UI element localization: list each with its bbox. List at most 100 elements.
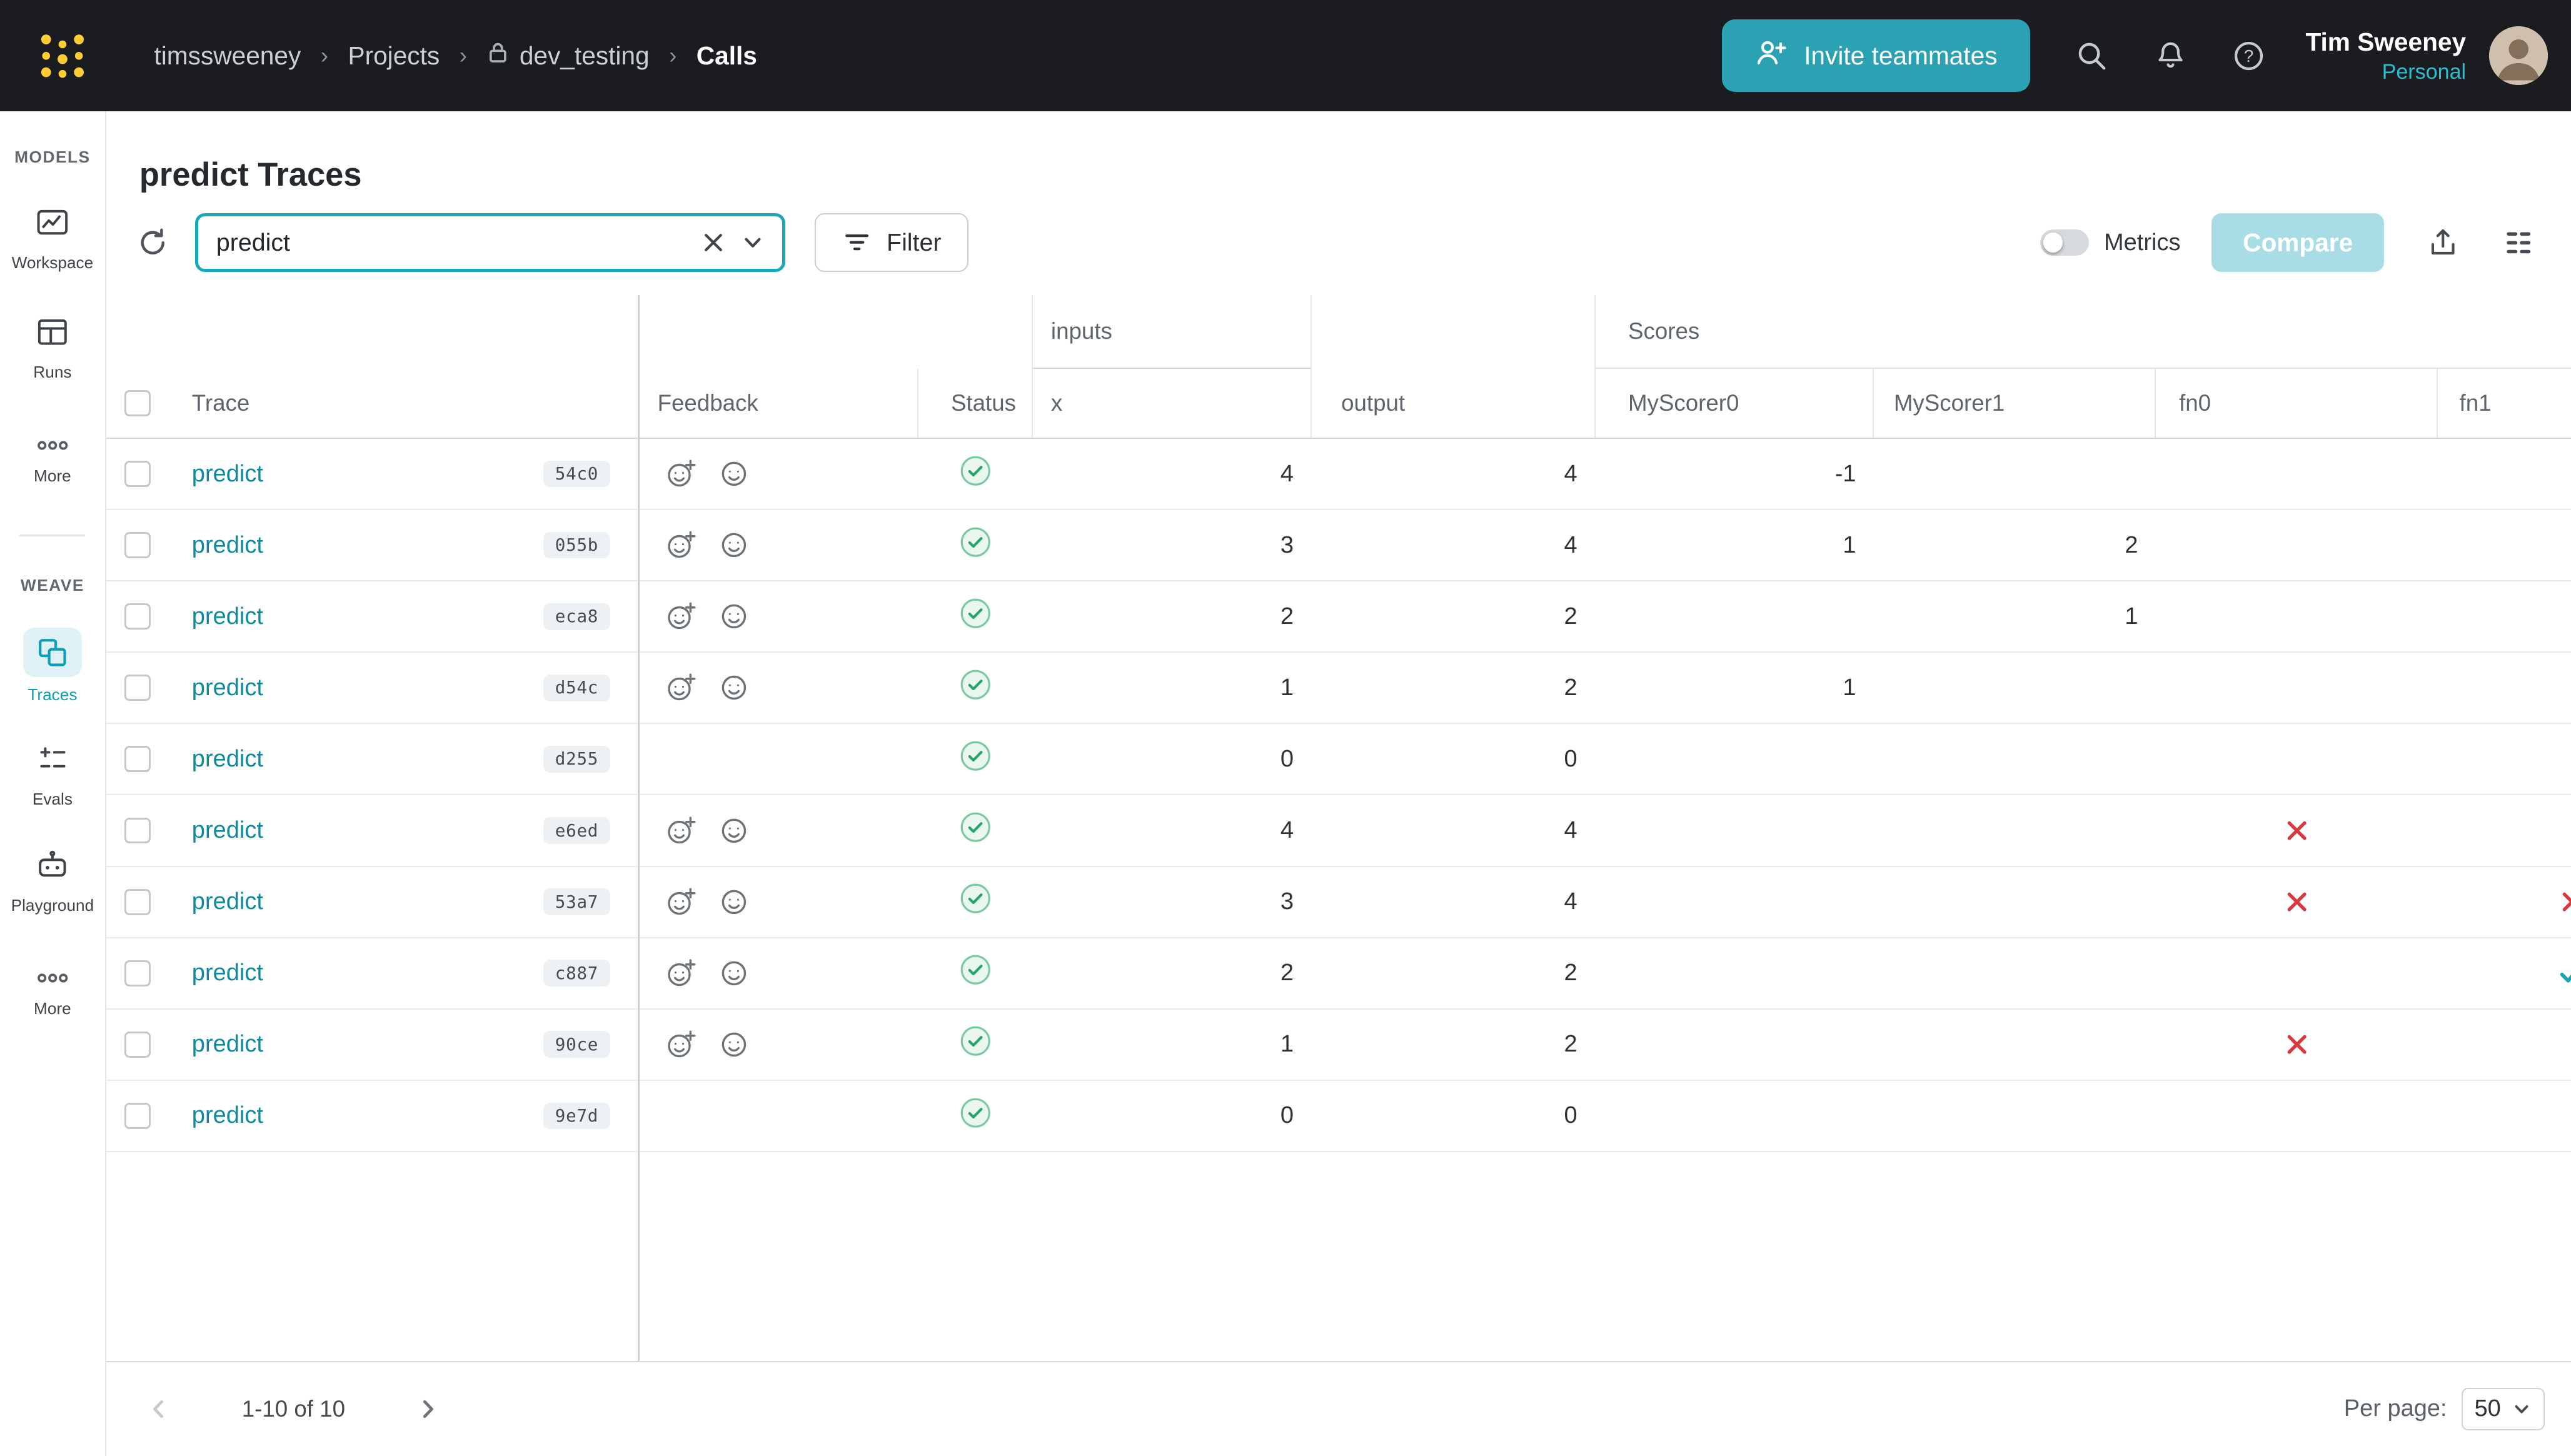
add-reaction-icon[interactable] [666,530,697,561]
sidebar-item-runs[interactable]: Runs [33,316,72,383]
breadcrumb-page[interactable]: Calls [697,41,757,71]
avatar[interactable] [2488,26,2548,86]
user-menu[interactable]: Tim Sweeney Personal [2305,26,2466,86]
add-reaction-icon[interactable] [666,672,697,703]
row-checkbox[interactable] [124,461,151,488]
notifications-bell-icon[interactable] [2153,39,2188,73]
emoji-reaction-icon[interactable] [718,1029,750,1060]
select-all-checkbox[interactable] [124,390,151,417]
emoji-reaction-icon[interactable] [718,815,750,846]
filter-button[interactable]: Filter [815,213,969,273]
invite-teammates-button[interactable]: Invite teammates [1722,19,2030,92]
table-row[interactable]: predict 055b 3 4 1 2 [106,510,2571,582]
add-reaction-icon[interactable] [666,1029,697,1060]
sidebar-item-label: Playground [11,895,94,915]
wandb-logo[interactable] [36,31,89,81]
column-header-output[interactable]: output [1312,369,1596,438]
compare-button[interactable]: Compare [2211,213,2385,273]
feedback-cell [638,938,918,1008]
trace-link[interactable]: predict [192,532,263,559]
add-reaction-icon[interactable] [666,958,697,989]
row-checkbox[interactable] [124,675,151,701]
emoji-reaction-icon[interactable] [718,530,750,561]
trace-link[interactable]: predict [192,603,263,630]
search-icon[interactable] [2075,39,2109,73]
cell-fn0 [2156,1010,2438,1080]
column-header-fn1[interactable]: fn1 [2438,369,2570,438]
emoji-reaction-icon[interactable] [718,458,750,490]
add-reaction-icon[interactable] [666,886,697,918]
row-checkbox[interactable] [124,888,151,915]
sidebar-item-more-models[interactable]: More [34,428,71,486]
cell-x: 4 [1280,460,1294,487]
trace-link[interactable]: predict [192,817,263,844]
column-header-x[interactable]: x [1033,369,1312,438]
feedback-cell [638,867,918,937]
emoji-reaction-icon[interactable] [718,958,750,989]
breadcrumb-project[interactable]: dev_testing [486,40,650,71]
manage-columns-button[interactable] [2502,226,2535,259]
column-header-myscorer1[interactable]: MyScorer1 [1874,369,2156,438]
status-success-icon [959,953,992,992]
metrics-toggle[interactable] [2040,229,2090,256]
row-checkbox[interactable] [124,817,151,844]
emoji-reaction-icon[interactable] [718,672,750,703]
table-row[interactable]: predict c887 2 2 [106,938,2571,1010]
trace-link[interactable]: predict [192,960,263,987]
help-icon[interactable]: ? [2231,39,2266,73]
row-checkbox[interactable] [124,960,151,987]
row-checkbox[interactable] [124,1031,151,1058]
breadcrumb-projects[interactable]: Projects [348,41,440,71]
sidebar-item-evals[interactable]: Evals [33,744,73,809]
runs-icon [34,316,71,354]
add-reaction-icon[interactable] [666,458,697,490]
trace-link[interactable]: predict [192,1102,263,1129]
next-page-button[interactable] [408,1389,448,1428]
cell-myscorer0 [1596,795,1874,865]
emoji-reaction-icon[interactable] [718,601,750,632]
table-row[interactable]: predict d255 0 0 [106,724,2571,796]
column-header-fn0[interactable]: fn0 [2156,369,2438,438]
trace-link[interactable]: predict [192,1031,263,1058]
sidebar-item-traces[interactable]: Traces [23,628,83,705]
column-header-feedback[interactable]: Feedback [638,369,918,438]
table-row[interactable]: predict 53a7 3 4 [106,866,2571,938]
clear-search-button[interactable] [697,226,730,259]
cell-myscorer1 [1874,1081,2156,1151]
table-row[interactable]: predict 90ce 1 2 [106,1009,2571,1081]
search-input[interactable] [198,228,697,257]
sidebar-item-workspace[interactable]: Workspace [12,206,93,273]
status-success-icon [959,597,992,636]
table-row[interactable]: predict eca8 2 2 1 [106,581,2571,653]
emoji-reaction-icon[interactable] [718,886,750,918]
sidebar-item-playground[interactable]: Playground [11,848,94,915]
sidebar-item-more-weave[interactable]: More [34,961,71,1018]
column-header-trace[interactable]: Trace [177,369,638,438]
add-reaction-icon[interactable] [666,601,697,632]
table-row[interactable]: predict 54c0 4 4 -1 [106,439,2571,511]
per-page-select[interactable]: 50 [2462,1387,2545,1430]
row-checkbox[interactable] [124,746,151,773]
trace-link[interactable]: predict [192,888,263,915]
export-button[interactable] [2427,226,2459,259]
cell-fn0 [2156,795,2438,865]
table-row[interactable]: predict d54c 1 2 1 [106,653,2571,725]
search-options-button[interactable] [737,226,769,259]
row-checkbox[interactable] [124,1102,151,1129]
sidebar-item-label: Evals [32,790,73,809]
column-header-myscorer0[interactable]: MyScorer0 [1596,369,1874,438]
table-row[interactable]: predict 9e7d 0 0 [106,1080,2571,1152]
refresh-button[interactable] [131,221,174,264]
table-row[interactable]: predict e6ed 4 4 [106,795,2571,867]
breadcrumb-separator: › [669,43,677,69]
add-reaction-icon[interactable] [666,815,697,846]
row-checkbox[interactable] [124,603,151,630]
more-dots-icon [36,961,69,991]
trace-link[interactable]: predict [192,675,263,701]
column-header-status[interactable]: Status [918,369,1034,438]
prev-page-button[interactable] [139,1389,179,1428]
trace-link[interactable]: predict [192,746,263,773]
row-checkbox[interactable] [124,532,151,559]
trace-link[interactable]: predict [192,461,263,488]
breadcrumb-entity[interactable]: timssweeney [154,41,301,71]
